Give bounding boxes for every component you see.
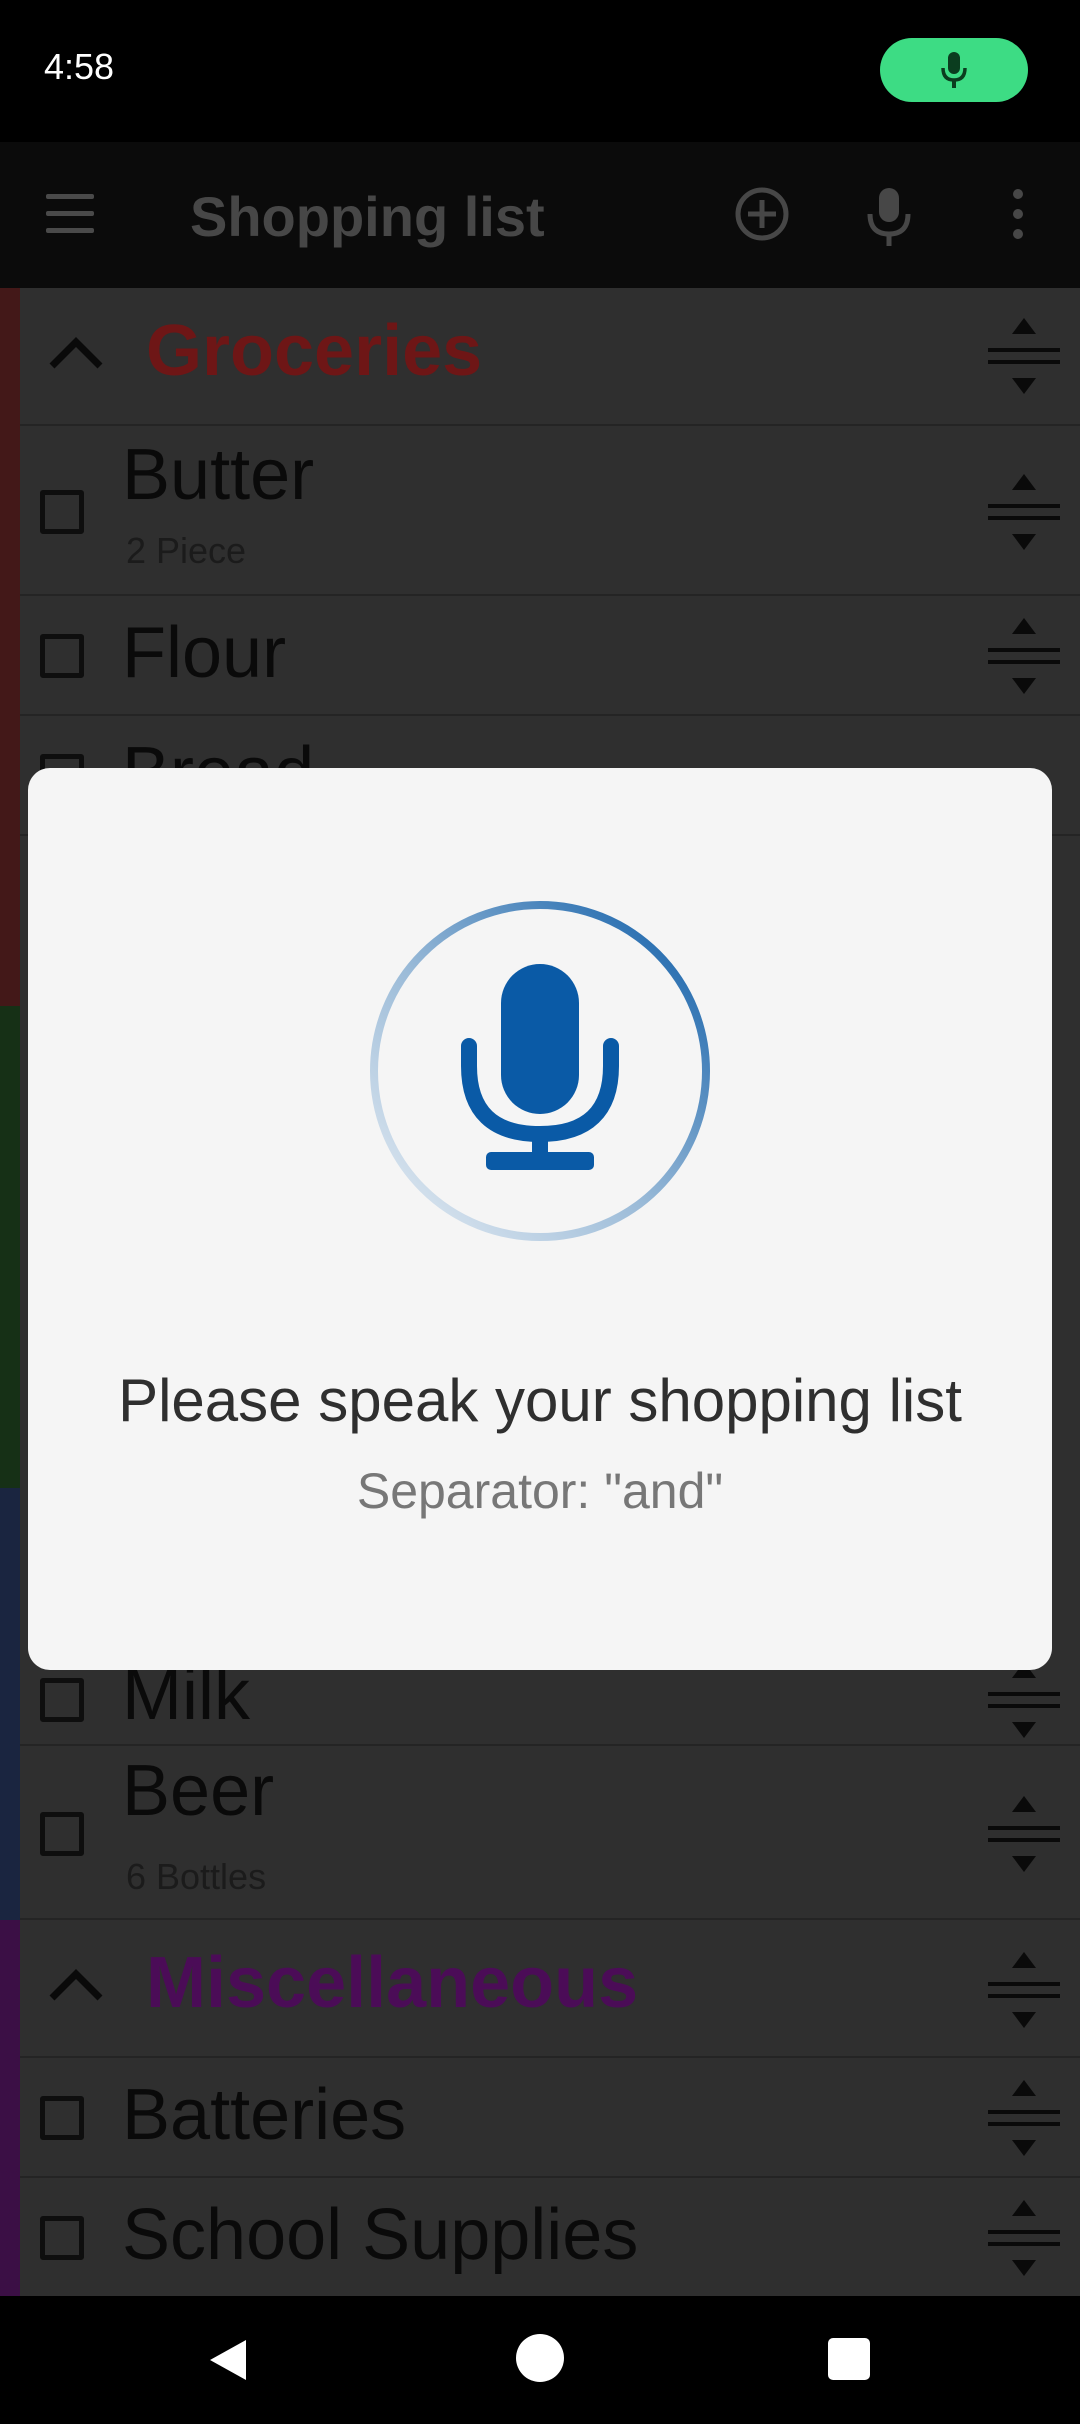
mic-icon: [941, 52, 967, 88]
item-name: School Supplies: [122, 2195, 639, 2275]
list-item[interactable]: Beer 6 Bottles: [20, 1746, 1080, 1920]
mic-in-use-indicator: [880, 38, 1028, 102]
recents-icon[interactable]: [828, 2338, 870, 2380]
app-bar: Shopping list: [0, 142, 1080, 288]
category-header-miscellaneous[interactable]: Miscellaneous: [20, 1920, 1080, 2058]
drag-handle-icon[interactable]: [984, 2076, 1064, 2160]
app-title: Shopping list: [190, 185, 545, 248]
item-checkbox[interactable]: [40, 490, 84, 534]
add-circle-icon[interactable]: [734, 186, 790, 242]
status-time: 4:58: [44, 46, 115, 87]
drag-handle-icon[interactable]: [984, 470, 1064, 554]
list-item[interactable]: Butter 2 Piece: [20, 426, 1080, 596]
item-name: Beer: [122, 1751, 275, 1831]
home-icon[interactable]: [516, 2334, 564, 2382]
item-checkbox[interactable]: [40, 2096, 84, 2140]
item-checkbox[interactable]: [40, 1678, 84, 1722]
category-name: Miscellaneous: [146, 1943, 639, 2023]
item-checkbox[interactable]: [40, 1812, 84, 1856]
list-item[interactable]: Flour: [20, 596, 1080, 716]
mic-icon: [461, 964, 619, 1170]
category-color-bar-miscellaneous: [0, 1920, 20, 2296]
chevron-up-icon[interactable]: [46, 1964, 106, 2004]
category-name: Groceries: [146, 311, 483, 391]
category-header-groceries[interactable]: Groceries: [20, 288, 1080, 426]
status-bar: 4:58: [0, 0, 1080, 142]
item-name: Butter: [122, 435, 315, 515]
drag-handle-icon[interactable]: [984, 1658, 1064, 1742]
item-name: Flour: [122, 613, 287, 693]
item-quantity: 2 Piece: [126, 530, 247, 571]
item-name: Batteries: [122, 2075, 407, 2155]
system-nav-bar: [0, 2296, 1080, 2424]
drag-handle-icon[interactable]: [984, 1948, 1064, 2032]
list-item[interactable]: School Supplies: [20, 2178, 1080, 2296]
category-color-bar-green: [0, 1006, 20, 1488]
more-vert-icon[interactable]: [1004, 186, 1032, 242]
separator-hint: Separator: "and": [356, 1463, 724, 1519]
drag-handle-icon[interactable]: [984, 314, 1064, 398]
mic-icon[interactable]: [864, 186, 914, 248]
listening-progress-ring: [370, 901, 710, 1241]
item-quantity: 6 Bottles: [126, 1856, 267, 1897]
category-color-bar-groceries: [0, 288, 20, 1006]
menu-icon[interactable]: [46, 194, 98, 234]
back-icon[interactable]: [206, 2336, 250, 2384]
drag-handle-icon[interactable]: [984, 614, 1064, 698]
category-color-bar-blue: [0, 1488, 20, 1920]
item-checkbox[interactable]: [40, 634, 84, 678]
item-checkbox[interactable]: [40, 2216, 84, 2260]
drag-handle-icon[interactable]: [984, 2196, 1064, 2280]
drag-handle-icon[interactable]: [984, 1792, 1064, 1876]
voice-input-dialog: Please speak your shopping list Separato…: [28, 768, 1052, 1670]
dialog-prompt: Please speak your shopping list: [118, 1367, 962, 1434]
list-item[interactable]: Batteries: [20, 2058, 1080, 2178]
chevron-up-icon[interactable]: [46, 332, 106, 372]
